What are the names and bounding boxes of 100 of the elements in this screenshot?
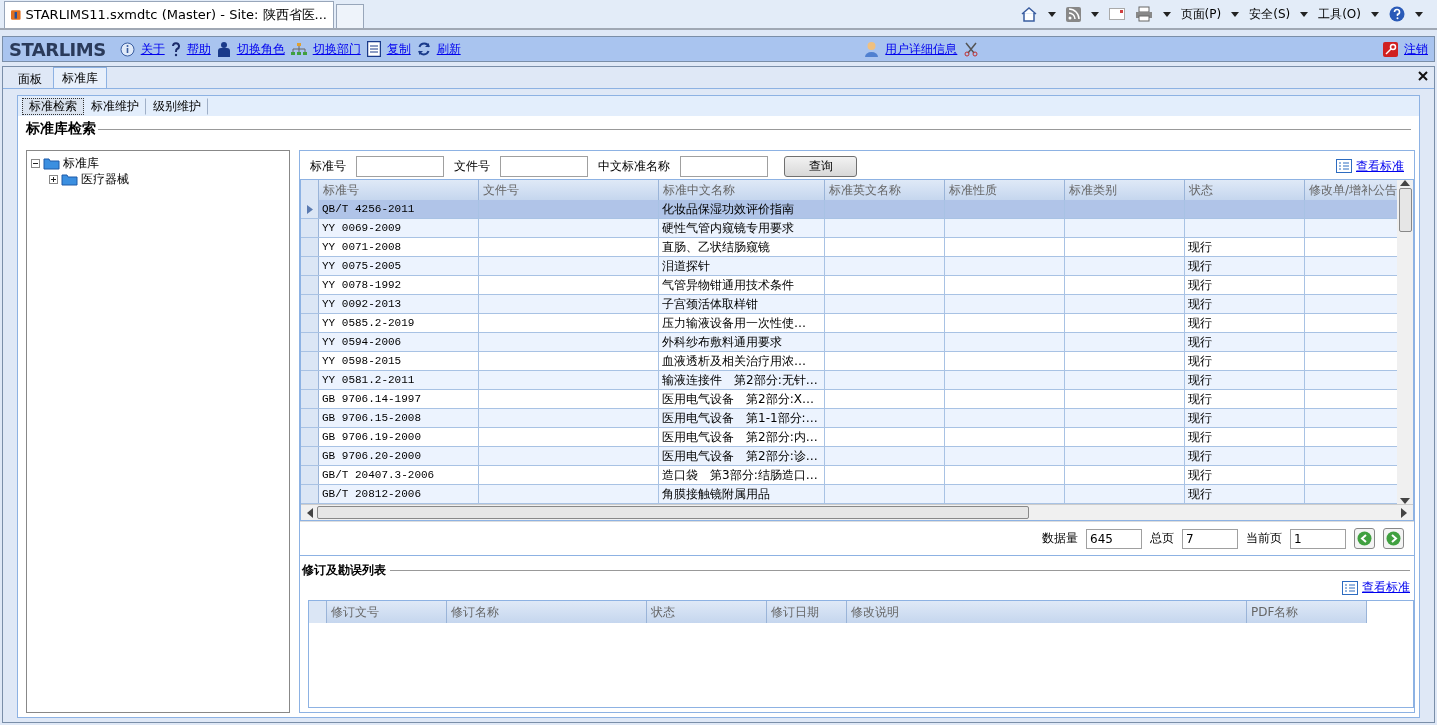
- mail-icon[interactable]: [1108, 8, 1125, 20]
- command-menu[interactable]: 工具(O): [1318, 5, 1361, 23]
- section-title: 修订及勘误列表: [302, 562, 386, 579]
- expand-toggle-icon[interactable]: [49, 174, 58, 184]
- browser-tab[interactable]: STARLIMS11.sxmdtc (Master) - Site: 陕西省医...: [4, 1, 334, 28]
- vertical-scrollbar[interactable]: [1397, 180, 1413, 504]
- field-label: 当前页: [1246, 530, 1282, 547]
- user-details-link[interactable]: 用户详细信息: [885, 40, 958, 58]
- table-row[interactable]: YY 0585.2-2019 压力输液设备用一次性使… 现行: [301, 314, 1397, 333]
- tree-item[interactable]: 医疗器械: [81, 170, 129, 188]
- scroll-arrow-icon[interactable]: [1401, 507, 1407, 518]
- table-row[interactable]: YY 0092-2013 子宫颈活体取样钳 现行: [301, 295, 1397, 314]
- command-menu[interactable]: 页面(P): [1180, 5, 1222, 23]
- table-row[interactable]: GB 9706.20-2000 医用电气设备 第2部分:诊… 现行: [301, 447, 1397, 466]
- column-header[interactable]: 修订文号: [327, 601, 447, 623]
- table-row[interactable]: YY 0075-2005 泪道探针 现行: [301, 257, 1397, 276]
- table-cell: 现行: [1185, 352, 1305, 370]
- table-cell: 现行: [1185, 295, 1305, 313]
- query-button[interactable]: 查询: [784, 155, 857, 177]
- field-label: 文件号: [454, 157, 490, 175]
- previous-page-button[interactable]: [1354, 528, 1375, 549]
- scroll-arrow-icon[interactable]: [307, 507, 313, 518]
- table-cell: YY 0585.2-2019: [319, 314, 479, 332]
- total-pages-field[interactable]: 7: [1182, 528, 1238, 549]
- table-cell: 现行: [1185, 276, 1305, 294]
- table-cell: 直肠、乙状结肠窥镜: [659, 238, 825, 256]
- caret-icon[interactable]: [1371, 11, 1379, 17]
- count-field[interactable]: 645: [1086, 528, 1142, 549]
- field-label: 总页: [1150, 530, 1174, 547]
- horizontal-scrollbar[interactable]: [301, 504, 1413, 520]
- toolbar-link[interactable]: 切换角色: [236, 40, 285, 58]
- column-header[interactable]: 修订日期: [767, 601, 847, 623]
- search-field[interactable]: [680, 155, 768, 177]
- help-icon[interactable]: [1389, 6, 1405, 22]
- table-row[interactable]: GB 9706.19-2000 医用电气设备 第2部分:内… 现行: [301, 428, 1397, 447]
- table-row[interactable]: YY 0071-2008 直肠、乙状结肠窥镜 现行: [301, 238, 1397, 257]
- list-icon: [1336, 159, 1352, 173]
- table-row[interactable]: GB 9706.15-2008 医用电气设备 第1-1部分:… 现行: [301, 409, 1397, 428]
- table-cell: 压力输液设备用一次性使…: [659, 314, 825, 332]
- caret-icon[interactable]: [1231, 11, 1240, 17]
- tab[interactable]: 面板: [9, 69, 51, 88]
- column-header[interactable]: 状态: [647, 601, 767, 623]
- search-field[interactable]: [356, 155, 444, 177]
- table-cell: 现行: [1185, 333, 1305, 351]
- table-cell: 角膜接触镜附属用品: [659, 485, 825, 503]
- command-menu[interactable]: 安全(S): [1249, 5, 1291, 23]
- scroll-thumb[interactable]: [1398, 188, 1412, 232]
- table-row[interactable]: YY 0594-2006 外科纱布敷料通用要求 现行: [301, 333, 1397, 352]
- subtab[interactable]: 标准维护: [84, 97, 146, 115]
- table-row[interactable]: GB 9706.14-1997 医用电气设备 第2部分:X… 现行: [301, 390, 1397, 409]
- caret-icon[interactable]: [1162, 11, 1171, 17]
- table-row[interactable]: YY 0069-2009 硬性气管内窥镜专用要求: [301, 219, 1397, 238]
- caret-icon[interactable]: [1090, 11, 1099, 17]
- toolbar-link[interactable]: 切换部门: [312, 40, 361, 58]
- tab[interactable]: 标准库: [53, 67, 107, 88]
- table-row[interactable]: YY 0078-1992 气管异物钳通用技术条件 现行: [301, 276, 1397, 295]
- home-icon[interactable]: [1019, 6, 1038, 22]
- scroll-thumb[interactable]: [317, 506, 1029, 519]
- table-cell: 医用电气设备 第2部分:诊…: [659, 447, 825, 465]
- table-cell: 血液透析及相关治疗用浓…: [659, 352, 825, 370]
- column-header[interactable]: 修订名称: [447, 601, 647, 623]
- subtab[interactable]: 标准检索: [22, 97, 84, 115]
- row-header[interactable]: [301, 200, 319, 218]
- toolbar-link[interactable]: 复制: [386, 40, 411, 58]
- view-standard-link[interactable]: 查看标准: [1342, 579, 1410, 596]
- toolbar-link[interactable]: 关于: [140, 40, 165, 58]
- tree-item[interactable]: 标准库: [63, 154, 99, 172]
- scissors-icon[interactable]: [963, 41, 980, 57]
- feed-icon[interactable]: [1065, 6, 1081, 22]
- search-field[interactable]: [500, 155, 588, 177]
- scroll-arrow-icon[interactable]: [1400, 180, 1410, 186]
- collapse-toggle-icon[interactable]: [31, 158, 40, 168]
- table-cell: 化妆品保湿功效评价指南: [659, 200, 825, 218]
- close-icon[interactable]: [1418, 71, 1428, 81]
- scroll-arrow-icon[interactable]: [1400, 498, 1410, 504]
- logout-link[interactable]: 注销: [1404, 40, 1428, 58]
- printer-icon[interactable]: [1134, 6, 1153, 22]
- table-cell: 外科纱布敷料通用要求: [659, 333, 825, 351]
- table-row[interactable]: QB/T 4256-2011 化妆品保湿功效评价指南: [301, 200, 1397, 219]
- caret-icon[interactable]: [1415, 11, 1423, 17]
- column-header[interactable]: 修改说明: [847, 601, 1247, 623]
- table-cell: YY 0581.2-2011: [319, 371, 479, 389]
- caret-icon[interactable]: [1047, 11, 1056, 17]
- table-row[interactable]: GB/T 20407.3-2006 造口袋 第3部分:结肠造口… 现行: [301, 466, 1397, 485]
- table-row[interactable]: GB/T 20812-2006 角膜接触镜附属用品 现行: [301, 485, 1397, 504]
- table-row[interactable]: YY 0598-2015 血液透析及相关治疗用浓… 现行: [301, 352, 1397, 371]
- table-cell: 现行: [1185, 390, 1305, 408]
- table-cell: 输液连接件 第2部分:无针…: [659, 371, 825, 389]
- toolbar-link[interactable]: 刷新: [436, 40, 461, 58]
- table-cell: YY 0075-2005: [319, 257, 479, 275]
- table-row[interactable]: YY 0581.2-2011 输液连接件 第2部分:无针… 现行: [301, 371, 1397, 390]
- caret-icon[interactable]: [1300, 11, 1309, 17]
- toolbar-link[interactable]: 帮助: [186, 40, 211, 58]
- next-page-button[interactable]: [1383, 528, 1404, 549]
- view-standard-link[interactable]: 查看标准: [1336, 157, 1404, 175]
- subtab[interactable]: 级别维护: [146, 97, 208, 115]
- current-page-field[interactable]: 1: [1290, 528, 1346, 549]
- column-header[interactable]: PDF名称: [1247, 601, 1367, 623]
- list-icon: [1342, 580, 1358, 595]
- new-tab-button[interactable]: [336, 4, 364, 28]
